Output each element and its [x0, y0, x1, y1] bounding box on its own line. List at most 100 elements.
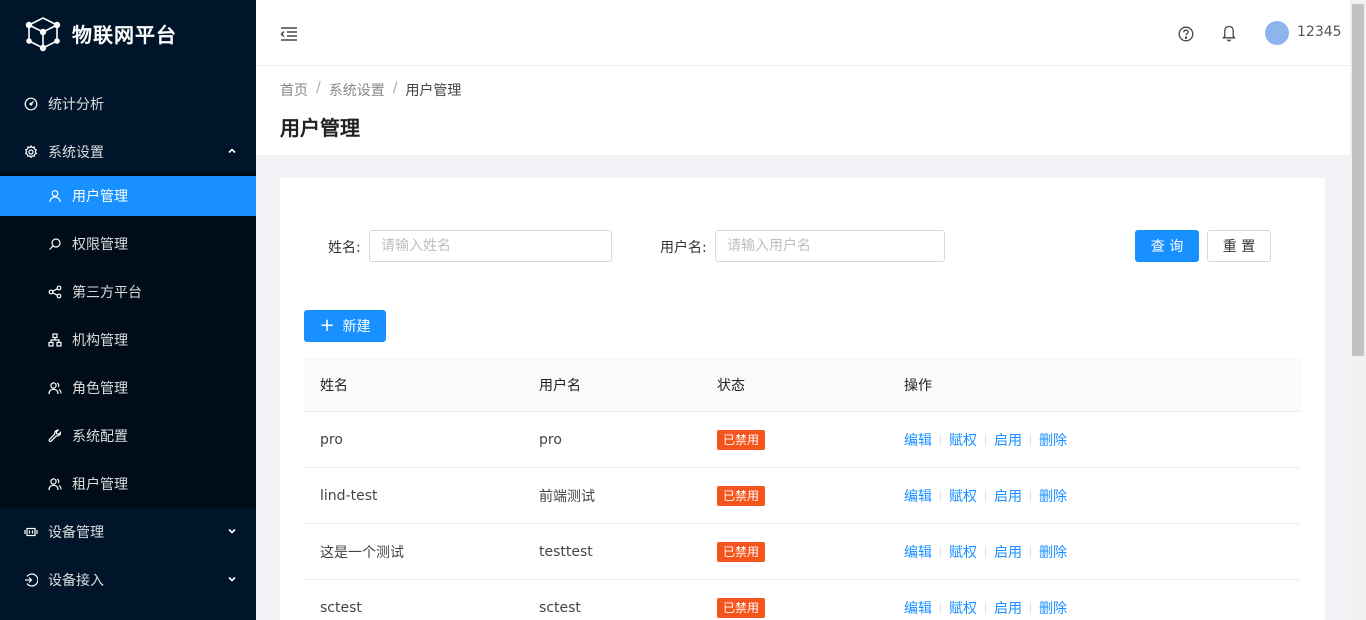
name-label: 姓名:	[328, 240, 361, 256]
username-search-input[interactable]	[715, 230, 945, 262]
cell-username: pro	[539, 431, 562, 448]
sidebar-item-label: 机构管理	[72, 333, 128, 349]
page-scrollbar[interactable]	[1350, 0, 1366, 620]
sidebar-item-label: 设备接入	[48, 573, 104, 589]
app-title: 物联网平台	[72, 22, 177, 47]
new-button-label: 新建	[342, 319, 371, 335]
breadcrumb-home[interactable]: 首页	[280, 80, 308, 100]
reset-button-label: 重 置	[1222, 239, 1256, 255]
table-header: 姓名 用户名 状态 操作	[304, 358, 1301, 412]
search-icon	[48, 237, 62, 251]
enable-link[interactable]: 启用	[994, 598, 1022, 618]
cube-logo-icon	[25, 17, 61, 52]
sidebar-item-statistics[interactable]: 统计分析	[0, 84, 256, 124]
cell-username: 前端测试	[539, 488, 595, 505]
edit-link[interactable]: 编辑	[904, 430, 932, 450]
login-icon	[24, 573, 38, 587]
name-search-input[interactable]	[369, 230, 612, 262]
authorize-link[interactable]: 赋权	[949, 430, 977, 450]
cell-status: 已禁用	[717, 429, 904, 450]
sidebar-item-role-management[interactable]: 角色管理	[0, 368, 256, 408]
action-divider	[985, 545, 986, 558]
dashboard-icon	[24, 97, 38, 111]
action-divider	[1030, 545, 1031, 558]
column-header-status: 状态	[717, 377, 745, 394]
query-button[interactable]: 查 询	[1135, 230, 1199, 262]
column-header-username: 用户名	[539, 377, 581, 394]
edit-link[interactable]: 编辑	[904, 542, 932, 562]
sidebar-item-label: 系统配置	[72, 429, 128, 445]
query-button-label: 查 询	[1150, 239, 1184, 255]
sidebar-item-device-management[interactable]: 设备管理	[0, 512, 256, 552]
enable-link[interactable]: 启用	[994, 542, 1022, 562]
table-row: lind-test 前端测试 已禁用 编辑 赋权 启用 删除	[304, 468, 1301, 524]
action-divider	[985, 489, 986, 502]
sidebar-item-label: 统计分析	[48, 97, 104, 113]
menu-fold-icon[interactable]	[280, 26, 298, 42]
table-body: pro pro 已禁用 编辑 赋权 启用 删除 lind-test 前端测试 已禁用 编辑 赋权 启用删…	[304, 412, 1301, 620]
authorize-link[interactable]: 赋权	[949, 542, 977, 562]
new-button[interactable]: + 新建	[304, 310, 386, 342]
sidebar-item-tenant-management[interactable]: 租户管理	[0, 464, 256, 504]
reset-button[interactable]: 重 置	[1207, 230, 1271, 262]
username[interactable]: 12345	[1297, 24, 1342, 40]
sidebar-item-label: 设备管理	[48, 525, 104, 541]
status-badge: 已禁用	[717, 597, 766, 618]
logo[interactable]: 物联网平台	[0, 0, 256, 66]
authorize-link[interactable]: 赋权	[949, 598, 977, 618]
delete-link[interactable]: 删除	[1039, 430, 1067, 450]
user-icon	[48, 189, 62, 203]
cell-status: 已禁用	[717, 485, 904, 506]
column-header-name: 姓名	[320, 377, 348, 394]
sidebar-item-org-management[interactable]: 机构管理	[0, 320, 256, 360]
page-title: 用户管理	[280, 116, 360, 140]
sidebar-item-system-config[interactable]: 系统配置	[0, 416, 256, 456]
sidebar-item-label: 系统设置	[48, 145, 104, 161]
table-row: pro pro 已禁用 编辑 赋权 启用 删除	[304, 412, 1301, 468]
edit-link[interactable]: 编辑	[904, 598, 932, 618]
delete-link[interactable]: 删除	[1039, 542, 1067, 562]
sidebar-item-permission-management[interactable]: 权限管理	[0, 224, 256, 264]
user-table: 姓名 用户名 状态 操作 pro pro 已禁用 编辑 赋权 启用 删除 lind-test 前…	[304, 358, 1301, 620]
sidebar-item-label: 第三方平台	[72, 285, 142, 301]
help-icon[interactable]	[1178, 26, 1194, 42]
scrollbar-thumb[interactable]	[1352, 4, 1364, 356]
sidebar-item-label: 用户管理	[72, 189, 128, 205]
status-badge: 已禁用	[717, 541, 766, 562]
cell-actions: 编辑 赋权 启用 删除	[904, 486, 1301, 506]
action-divider	[1030, 601, 1031, 614]
users-icon	[48, 477, 62, 491]
delete-link[interactable]: 删除	[1039, 598, 1067, 618]
chevron-up-icon	[226, 145, 238, 157]
breadcrumb-system-settings[interactable]: 系统设置	[329, 80, 385, 100]
action-divider	[1030, 489, 1031, 502]
action-divider	[940, 545, 941, 558]
sidebar-item-system-settings[interactable]: 系统设置	[0, 132, 256, 172]
breadcrumb-separator: /	[392, 80, 398, 96]
device-icon	[24, 525, 38, 539]
sidebar-item-device-access[interactable]: 设备接入	[0, 560, 256, 600]
sidebar-item-label: 租户管理	[72, 477, 128, 493]
delete-link[interactable]: 删除	[1039, 486, 1067, 506]
share-icon	[48, 285, 62, 299]
cell-status: 已禁用	[717, 597, 904, 618]
edit-link[interactable]: 编辑	[904, 486, 932, 506]
chevron-down-icon	[226, 573, 238, 585]
chevron-down-icon	[226, 525, 238, 537]
sidebar-item-third-party-platform[interactable]: 第三方平台	[0, 272, 256, 312]
authorize-link[interactable]: 赋权	[949, 486, 977, 506]
sidebar-item-user-management[interactable]: 用户管理	[0, 176, 256, 216]
page-header: 首页 / 系统设置 / 用户管理 用户管理	[256, 66, 1350, 155]
cell-status: 已禁用	[717, 541, 904, 562]
enable-link[interactable]: 启用	[994, 486, 1022, 506]
breadcrumb-current: 用户管理	[405, 83, 462, 99]
table-row: sctest sctest 已禁用 编辑 赋权 启用 删除	[304, 580, 1301, 620]
enable-link[interactable]: 启用	[994, 430, 1022, 450]
sidebar-item-label: 权限管理	[72, 237, 128, 253]
cell-username: testtest	[539, 543, 593, 560]
bell-icon[interactable]	[1221, 25, 1237, 42]
cell-name: 这是一个测试	[320, 544, 404, 561]
avatar[interactable]	[1265, 21, 1289, 45]
action-divider	[940, 601, 941, 614]
system-settings-submenu: 用户管理 权限管理 第三方平台 机构管理 角色管理 系统配置 租户管理	[0, 172, 256, 508]
